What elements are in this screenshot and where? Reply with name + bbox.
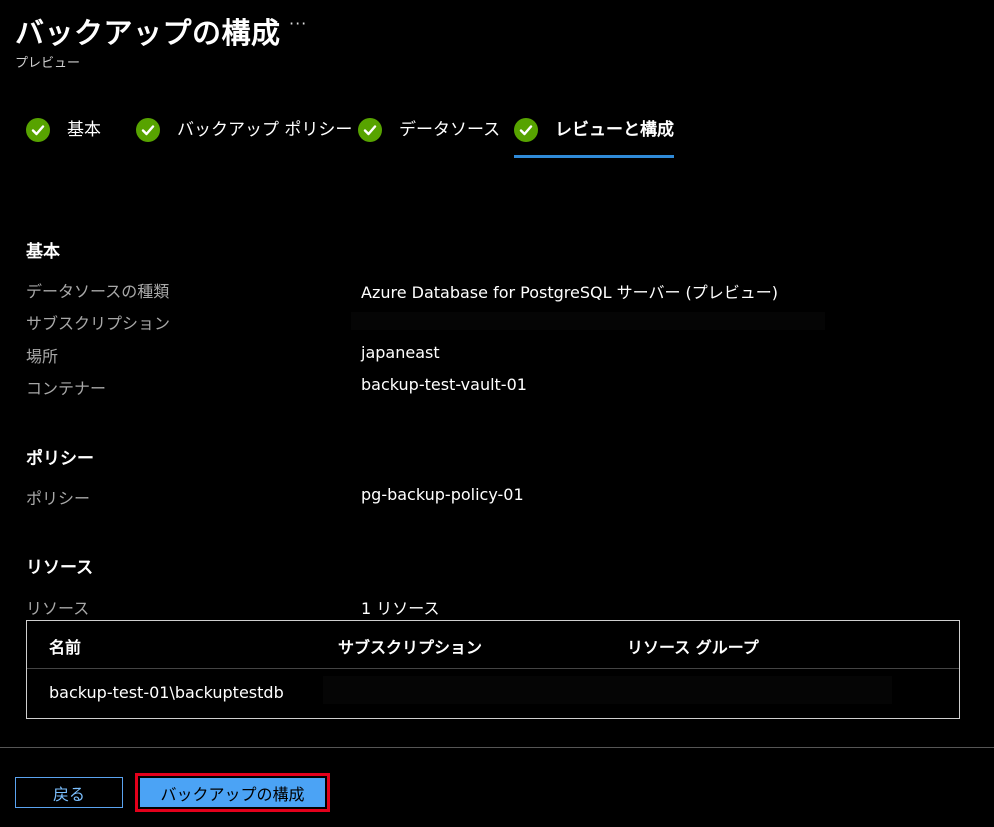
check-circle-icon xyxy=(26,118,50,142)
vault-value: backup-test-vault-01 xyxy=(361,375,527,394)
redacted-block xyxy=(323,676,892,704)
datasource-type-value: Azure Database for PostgreSQL サーバー (プレビュ… xyxy=(361,283,779,302)
table-header: 名前 サブスクリプション リソース グループ xyxy=(27,621,959,669)
back-button[interactable]: 戻る xyxy=(15,777,123,808)
column-header-resource-group: リソース グループ xyxy=(627,638,759,657)
location-label: 場所 xyxy=(26,347,59,366)
footer-divider xyxy=(0,747,994,748)
column-header-name: 名前 xyxy=(49,638,82,657)
subscription-label: サブスクリプション xyxy=(26,314,171,333)
section-title-policy: ポリシー xyxy=(26,449,94,469)
vault-label: コンテナー xyxy=(26,379,107,398)
section-title-basics: 基本 xyxy=(26,242,60,262)
tab-backup-policy[interactable]: バックアップ ポリシー xyxy=(136,118,352,158)
tab-label: バックアップ ポリシー xyxy=(177,120,353,140)
tab-basics[interactable]: 基本 xyxy=(26,118,101,158)
tab-datasources[interactable]: データソース xyxy=(358,118,500,158)
column-header-subscription: サブスクリプション xyxy=(338,638,483,657)
check-circle-icon xyxy=(358,118,382,142)
tab-label: レビューと構成 xyxy=(555,120,674,140)
check-circle-icon xyxy=(514,118,538,142)
resources-label: リソース xyxy=(26,599,90,618)
resources-table: 名前 サブスクリプション リソース グループ backup-test-01\ba… xyxy=(26,620,960,719)
more-options-icon[interactable]: ··· xyxy=(289,14,307,33)
datasource-type-label: データソースの種類 xyxy=(26,282,170,301)
redacted-block xyxy=(351,312,825,330)
configure-backup-button[interactable]: バックアップの構成 xyxy=(140,778,325,807)
page-subtitle: プレビュー xyxy=(15,56,81,71)
location-value: japaneast xyxy=(361,343,440,362)
tab-label: 基本 xyxy=(67,120,101,140)
cell-name: backup-test-01\backuptestdb xyxy=(49,683,284,702)
resources-value: 1 リソース xyxy=(361,599,440,618)
page-title: バックアップの構成 xyxy=(15,16,281,50)
backup-configure-page: バックアップの構成 ··· プレビュー 基本 バックアップ ポリシー データソー… xyxy=(0,0,994,827)
policy-value: pg-backup-policy-01 xyxy=(361,485,524,504)
configure-button-highlight: バックアップの構成 xyxy=(135,773,330,812)
tab-review-configure[interactable]: レビューと構成 xyxy=(514,118,674,158)
tab-label: データソース xyxy=(399,120,501,140)
section-title-resources: リソース xyxy=(26,558,94,578)
check-circle-icon xyxy=(136,118,160,142)
policy-label: ポリシー xyxy=(26,489,91,508)
